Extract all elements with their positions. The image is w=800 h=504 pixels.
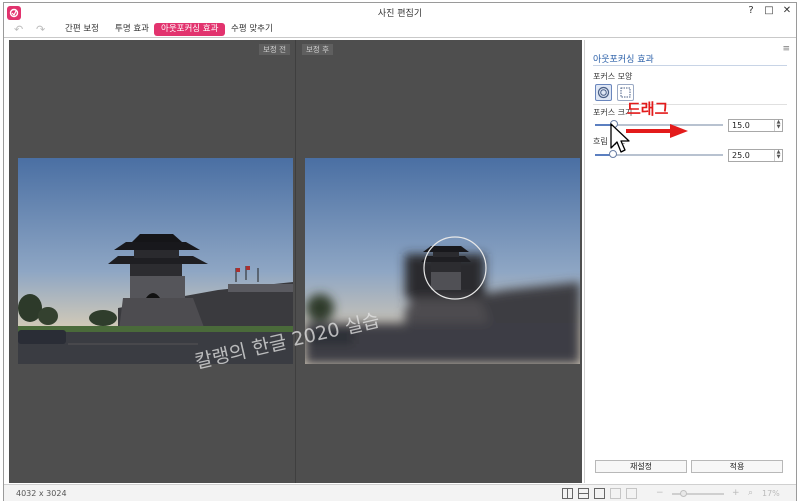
focus-size-value: 15.0 xyxy=(732,121,750,130)
redo-icon[interactable]: ↷ xyxy=(36,23,45,36)
window-title: 사진 편집기 xyxy=(377,9,423,19)
blur-strength-spin-arrows[interactable]: ▲ ▼ xyxy=(774,150,782,161)
blur-strength-spinbox[interactable]: 25.0 ▲ ▼ xyxy=(728,149,783,162)
settings-panel: ≡ 아웃포커싱 효과 포커스 모양 포커스 크기 15.0 ▲ ▼ 흐림 강도 2… xyxy=(584,40,796,483)
before-badge: 보정 전 xyxy=(259,44,291,55)
blur-strength-value: 25.0 xyxy=(732,151,750,160)
zoom-slider-thumb[interactable] xyxy=(680,490,687,497)
help-button[interactable]: ? xyxy=(746,5,756,16)
tab-bar: ↶ ↷ 간편 보정 투명 효과 아웃포커싱 효과 수평 맞추기 xyxy=(4,21,796,38)
zoom-in-icon[interactable]: + xyxy=(732,488,740,498)
drag-annotation: 드래그 xyxy=(627,100,669,118)
panel-title: 아웃포커싱 효과 xyxy=(593,55,654,65)
focus-size-spinbox[interactable]: 15.0 ▲ ▼ xyxy=(728,119,783,132)
after-badge: 보정 후 xyxy=(302,44,334,55)
zoom-out-icon[interactable]: − xyxy=(656,488,664,498)
reset-button[interactable]: 재설정 xyxy=(595,460,687,473)
undo-icon[interactable]: ↶ xyxy=(14,23,23,36)
photo-editor-window: 사진 편집기 ? □ ✕ ↶ ↷ 간편 보정 투명 효과 아웃포커싱 효과 수평… xyxy=(3,2,797,501)
close-button[interactable]: ✕ xyxy=(782,5,792,16)
split-horizontal-view-icon[interactable] xyxy=(578,488,589,499)
zoom-slider[interactable] xyxy=(672,490,724,497)
panel-menu-icon[interactable]: ≡ xyxy=(782,44,790,54)
tab-transparency[interactable]: 투명 효과 xyxy=(108,23,156,36)
tab-outfocusing[interactable]: 아웃포커싱 효과 xyxy=(154,23,226,36)
apply-button[interactable]: 적용 xyxy=(691,460,783,473)
circle-focus-shape-button[interactable] xyxy=(595,84,612,101)
actual-size-icon[interactable] xyxy=(626,488,637,499)
fit-window-icon[interactable] xyxy=(610,488,621,499)
title-bar: 사진 편집기 ? □ ✕ xyxy=(4,3,796,21)
zoom-level: 17% xyxy=(762,489,780,498)
mouse-pointer-icon xyxy=(610,123,630,153)
image-canvas[interactable]: 보정 전 보정 후 칼랭의 한글 2020 실습 xyxy=(9,40,582,483)
drag-arrow-icon xyxy=(626,124,688,138)
tab-simple-correction[interactable]: 간편 보정 xyxy=(58,23,106,36)
focus-size-spin-arrows[interactable]: ▲ ▼ xyxy=(774,120,782,131)
status-bar: 4032 x 3024 − + ⌕ 17% xyxy=(4,484,796,501)
single-view-icon[interactable] xyxy=(594,488,605,499)
maximize-button[interactable]: □ xyxy=(764,5,774,16)
compare-divider xyxy=(295,40,296,483)
split-vertical-view-icon[interactable] xyxy=(562,488,573,499)
panel-divider xyxy=(593,65,787,66)
focus-shape-label: 포커스 모양 xyxy=(593,72,633,81)
tab-leveling[interactable]: 수평 맞추기 xyxy=(224,23,280,36)
image-dimensions: 4032 x 3024 xyxy=(16,489,67,498)
section-divider xyxy=(593,104,787,105)
magnifier-icon: ⌕ xyxy=(748,488,754,498)
